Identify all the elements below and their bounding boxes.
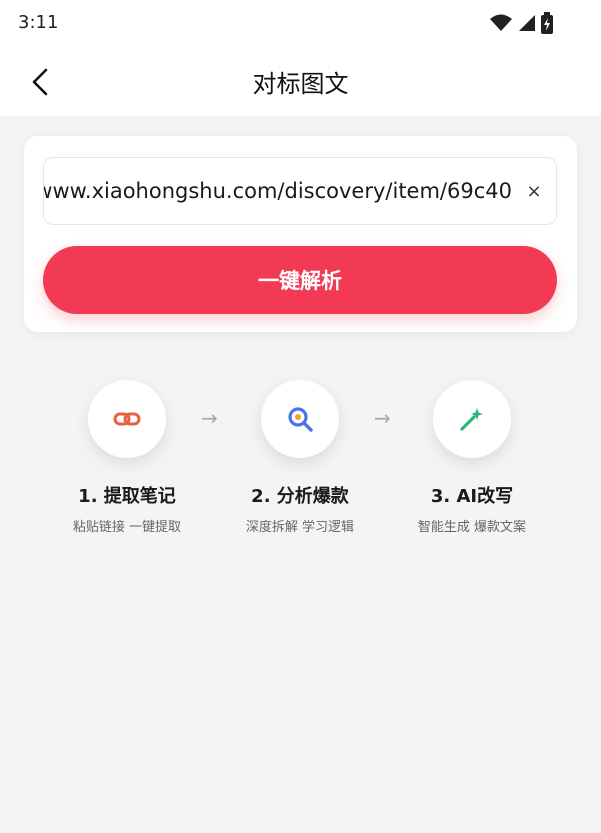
status-bar: 3:11 xyxy=(0,0,601,48)
search-icon xyxy=(288,407,313,432)
clear-button[interactable]: × xyxy=(512,169,556,213)
step-analyze: 2. 分析爆款 深度拆解 学习逻辑 xyxy=(215,380,385,535)
step-ai-rewrite: 3. AI改写 智能生成 爆款文案 xyxy=(387,380,557,535)
wifi-icon xyxy=(490,14,512,31)
step-extract: 1. 提取笔记 粘贴链接 一键提取 xyxy=(42,380,212,535)
close-icon: × xyxy=(526,180,542,202)
status-time: 3:11 xyxy=(18,12,59,33)
app-screen: 3:11 对标图文 https://www.xiaohongs xyxy=(0,0,601,833)
step-subtitle: 粘贴链接 一键提取 xyxy=(72,520,182,535)
step-title: 2. 分析爆款 xyxy=(251,486,349,507)
header: 对标图文 xyxy=(0,48,601,116)
step-subtitle: 智能生成 爆款文案 xyxy=(417,520,527,535)
signal-icon xyxy=(519,15,535,31)
sparkle-pen-icon xyxy=(460,408,483,431)
step-title: 1. 提取笔记 xyxy=(78,486,176,507)
url-input[interactable]: https://www.xiaohongshu.com/discovery/it… xyxy=(43,157,557,225)
step-icon-circle xyxy=(261,380,339,458)
page-title: 对标图文 xyxy=(252,70,349,98)
link-icon xyxy=(113,412,141,426)
step-icon-circle xyxy=(433,380,511,458)
step-icon-circle xyxy=(88,380,166,458)
url-input-text[interactable]: https://www.xiaohongshu.com/discovery/it… xyxy=(44,179,512,203)
step-title: 3. AI改写 xyxy=(430,486,514,507)
status-icons xyxy=(489,12,553,34)
parse-button[interactable]: 一键解析 xyxy=(43,246,557,314)
input-card: https://www.xiaohongshu.com/discovery/it… xyxy=(24,136,577,332)
main-content: https://www.xiaohongshu.com/discovery/it… xyxy=(0,116,601,833)
steps-section: 1. 提取笔记 粘贴链接 一键提取 → 2. 分析爆款 深度拆解 学习逻辑 → xyxy=(0,380,601,540)
step-subtitle: 深度拆解 学习逻辑 xyxy=(245,520,355,535)
battery-icon xyxy=(541,12,553,34)
